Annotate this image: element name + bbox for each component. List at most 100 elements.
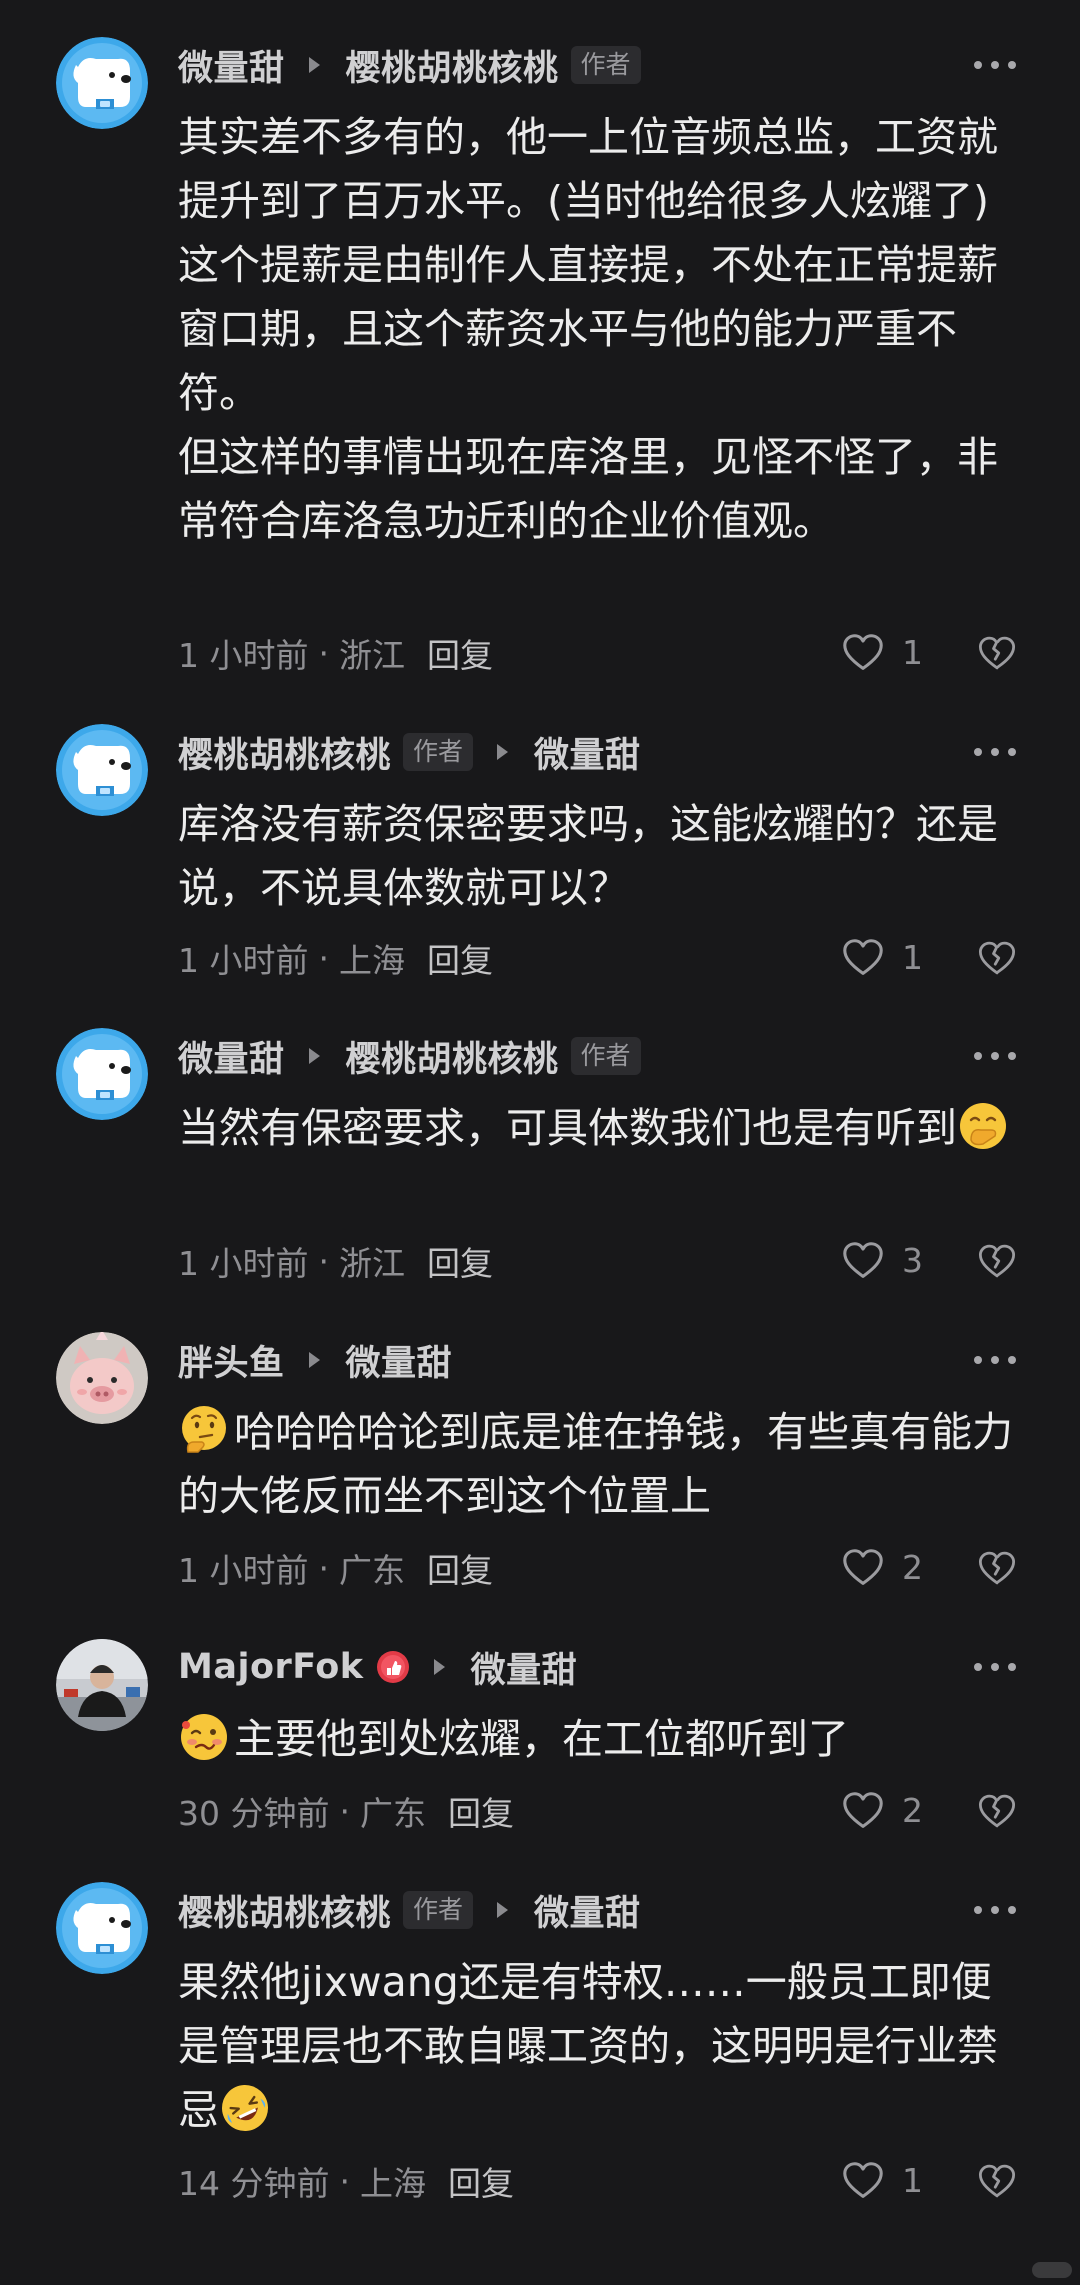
more-options-button[interactable] [972,1350,1018,1370]
comment-time: 1 小时前 [178,941,309,980]
more-options-button[interactable] [972,742,1018,762]
like-button[interactable] [840,1786,890,1836]
comment-meta: 1 小时前 · 上海 回复 [178,933,493,983]
reply-button[interactable]: 回复 [448,1787,514,1835]
reply-arrow-icon [308,1352,320,1368]
meta-separator: · [339,2161,350,2201]
meta-separator: · [318,938,330,978]
comment-paragraph: 当然有保密要求，可具体数我们也是有听到 [178,1096,1028,1160]
dislike-button[interactable] [976,933,1022,979]
reply-to-name[interactable]: 微量甜 [471,1642,578,1693]
author-name[interactable]: 微量甜 [178,40,285,91]
meta-separator: · [318,1548,330,1588]
reply-button[interactable]: 回复 [427,1237,493,1285]
like-button[interactable] [840,1543,890,1593]
broken-heart-icon [976,632,1018,674]
comment-text-content: 哈哈哈哈论到底是谁在挣钱，有些真有能力的大佬反而坐不到这个位置上 [178,1408,1013,1520]
avatar[interactable] [56,37,148,129]
more-icon [972,1350,1018,1370]
comment-location: 广东 [359,1794,426,1833]
like-count: 2 [902,1548,923,1587]
more-options-button[interactable] [972,1657,1018,1677]
woozy-emoji-icon [178,1711,230,1763]
reply-button[interactable]: 回复 [427,629,493,677]
author-name[interactable]: 樱桃胡桃核桃 [178,1885,391,1936]
comment-time: 14 分钟前 [178,2164,330,2203]
reply-arrow-icon [497,744,509,760]
avatar[interactable] [56,1028,148,1120]
avatar[interactable] [56,724,148,816]
comment-meta: 1 小时前 · 广东 回复 [178,1543,493,1593]
comment-text-content: 果然他jixwang还是有特权……一般员工即便是管理层也不敢自曝工资的，这明明是… [178,1958,998,2134]
like-count: 1 [902,2161,923,2200]
dislike-button[interactable] [976,628,1022,674]
broken-heart-icon [976,937,1018,979]
comment-paragraph: 果然他jixwang还是有特权……一般员工即便是管理层也不敢自曝工资的，这明明是… [178,1950,1028,2142]
dislike-button[interactable] [976,1236,1022,1282]
comment-time: 1 小时前 [178,1551,309,1590]
comment-location: 上海 [359,2164,426,2203]
reply-to-name[interactable]: 微量甜 [534,727,641,778]
heart-icon [840,2158,886,2204]
reply-button[interactable]: 回复 [427,934,493,982]
author-name[interactable]: 樱桃胡桃核桃 [178,727,391,778]
level-badge-icon [376,1650,410,1684]
meta-separator: · [339,1791,350,1831]
rolling-laughing-emoji-icon [219,2082,271,2134]
avatar[interactable] [56,1882,148,1974]
watermark [1032,2262,1072,2278]
reply-to-name[interactable]: 樱桃胡桃核桃 [346,1031,559,1082]
photo-avatar-icon [56,1639,148,1731]
comment-text: 果然他jixwang还是有特权……一般员工即便是管理层也不敢自曝工资的，这明明是… [178,1950,1028,2142]
hand-over-mouth-emoji-icon [957,1100,1009,1152]
heart-icon [840,1545,886,1591]
like-count: 2 [902,1791,923,1830]
avatar[interactable] [56,1639,148,1731]
comment-meta: 1 小时前 · 浙江 回复 [178,628,493,678]
like-button[interactable] [840,628,890,678]
dislike-button[interactable] [976,1543,1022,1589]
broken-heart-icon [976,1547,1018,1589]
avatar[interactable] [56,1332,148,1424]
comment-paragraph: 哈哈哈哈论到底是谁在挣钱，有些真有能力的大佬反而坐不到这个位置上 [178,1400,1028,1528]
more-options-button[interactable] [972,1900,1018,1920]
author-badge: 作者 [570,46,641,84]
broken-heart-icon [976,1790,1018,1832]
comment-text: 主要他到处炫耀，在工位都听到了 [178,1707,1028,1771]
comment-header: 微量甜 樱桃胡桃核桃 作者 [178,1026,641,1086]
broken-heart-icon [976,2160,1018,2202]
like-button[interactable] [840,1236,890,1286]
like-button[interactable] [840,933,890,983]
comment-text: 哈哈哈哈论到底是谁在挣钱，有些真有能力的大佬反而坐不到这个位置上 [178,1400,1028,1528]
heart-icon [840,630,886,676]
comment-paragraph: 主要他到处炫耀，在工位都听到了 [178,1707,1028,1771]
reply-arrow-icon [497,1902,509,1918]
comment-text: 其实差不多有的，他一上位音频总监，工资就提升到了百万水平。(当时他给很多人炫耀了… [178,105,1028,553]
dislike-button[interactable] [976,2156,1022,2202]
reply-button[interactable]: 回复 [448,2157,514,2205]
author-name[interactable]: 胖头鱼 [178,1335,285,1386]
comment-meta: 14 分钟前 · 上海 回复 [178,2156,514,2206]
like-button[interactable] [840,2156,890,2206]
reply-to-name[interactable]: 微量甜 [346,1335,453,1386]
comment-paragraph: 其实差不多有的，他一上位音频总监，工资就提升到了百万水平。(当时他给很多人炫耀了… [178,113,998,225]
pig-avatar-icon [56,1332,148,1424]
author-name[interactable]: MajorFok [178,1647,364,1687]
comment-location: 上海 [339,941,405,980]
thinking-emoji-icon [178,1404,230,1456]
author-name[interactable]: 微量甜 [178,1031,285,1082]
reply-to-name[interactable]: 微量甜 [534,1885,641,1936]
comment-meta: 1 小时前 · 浙江 回复 [178,1236,493,1286]
dog-avatar-icon [56,1882,148,1974]
reply-to-name[interactable]: 樱桃胡桃核桃 [346,40,559,91]
reply-button[interactable]: 回复 [427,1544,493,1592]
comment-time: 30 分钟前 [178,1794,330,1833]
more-icon [972,1046,1018,1066]
meta-separator: · [318,633,330,673]
dislike-button[interactable] [976,1786,1022,1832]
like-count: 3 [902,1241,923,1280]
comment-paragraph: 但这样的事情出现在库洛里，见怪不怪了，非常符合库洛急功近利的企业价值观。 [178,433,998,545]
comment-meta: 30 分钟前 · 广东 回复 [178,1786,514,1836]
more-options-button[interactable] [972,55,1018,75]
more-options-button[interactable] [972,1046,1018,1066]
